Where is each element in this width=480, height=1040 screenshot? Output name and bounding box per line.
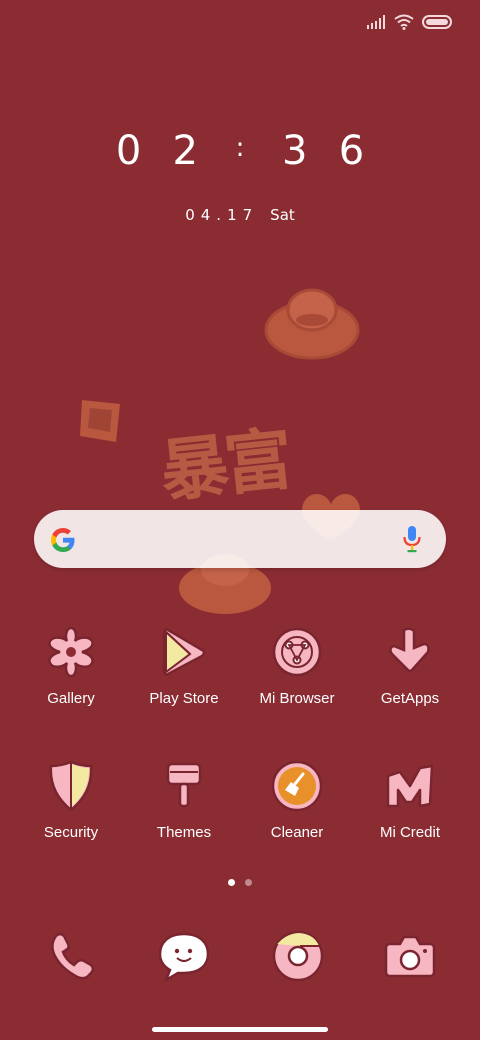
play-store-icon xyxy=(162,628,206,676)
app-cleaner[interactable]: Cleaner xyxy=(242,758,352,841)
date-text: 04.17 Sat xyxy=(0,206,480,224)
clock-minute-ones: 6 xyxy=(338,128,365,174)
date-weekday: Sat xyxy=(270,206,295,224)
status-bar xyxy=(366,10,452,34)
app-label: Cleaner xyxy=(270,824,324,841)
clock-minute-tens: 3 xyxy=(281,128,308,174)
app-label: Gallery xyxy=(47,690,95,707)
browser-icon xyxy=(272,627,322,677)
paint-brush-icon xyxy=(166,762,202,808)
app-label: Mi Credit xyxy=(379,824,440,841)
app-gallery[interactable]: Gallery xyxy=(16,624,126,707)
page-indicator xyxy=(0,879,480,886)
app-label: Themes xyxy=(156,824,212,841)
clock-hour-tens: 0 xyxy=(115,128,142,174)
app-mi-browser[interactable]: Mi Browser xyxy=(242,624,352,707)
app-security[interactable]: Security xyxy=(16,758,126,841)
gold-ingot-decoration xyxy=(264,288,360,360)
page-dot-1[interactable] xyxy=(228,879,235,886)
credit-icon xyxy=(386,764,434,808)
messaging-icon[interactable] xyxy=(156,928,212,984)
app-getapps[interactable]: GetApps xyxy=(355,624,465,707)
home-indicator-bar[interactable] xyxy=(152,1027,328,1032)
diamond-decoration xyxy=(80,400,120,442)
clock-hour-ones: 2 xyxy=(172,128,198,174)
app-label: GetApps xyxy=(380,690,440,707)
camera-icon[interactable] xyxy=(382,928,438,984)
microphone-icon[interactable] xyxy=(402,525,422,553)
google-search-bar[interactable] xyxy=(34,510,446,568)
flower-icon xyxy=(48,626,94,678)
app-mi-credit[interactable]: Mi Credit xyxy=(355,758,465,841)
app-themes[interactable]: Themes xyxy=(129,758,239,841)
app-play-store[interactable]: Play Store xyxy=(129,624,239,707)
wallpaper-text: 暴富 xyxy=(156,420,293,513)
date-day: 04.17 xyxy=(185,206,259,224)
shield-icon xyxy=(49,760,93,812)
app-label: Mi Browser xyxy=(259,690,335,707)
clock-colon: : xyxy=(235,133,245,163)
clock-widget[interactable]: 0 2 : 3 6 xyxy=(0,128,480,174)
app-label: Play Store xyxy=(149,690,219,707)
chrome-icon[interactable] xyxy=(270,928,326,984)
wifi-icon xyxy=(394,14,414,30)
app-label: Security xyxy=(43,824,99,841)
home-screen: 0 2 : 3 6 04.17 Sat 暴富 Gallery Play Stor… xyxy=(0,0,480,1040)
google-g-icon xyxy=(51,528,75,552)
battery-icon xyxy=(422,15,452,29)
broom-icon xyxy=(271,760,323,812)
download-arrow-icon xyxy=(389,627,430,673)
signal-icon xyxy=(367,15,385,29)
phone-icon[interactable] xyxy=(44,928,100,984)
page-dot-2[interactable] xyxy=(245,879,252,886)
